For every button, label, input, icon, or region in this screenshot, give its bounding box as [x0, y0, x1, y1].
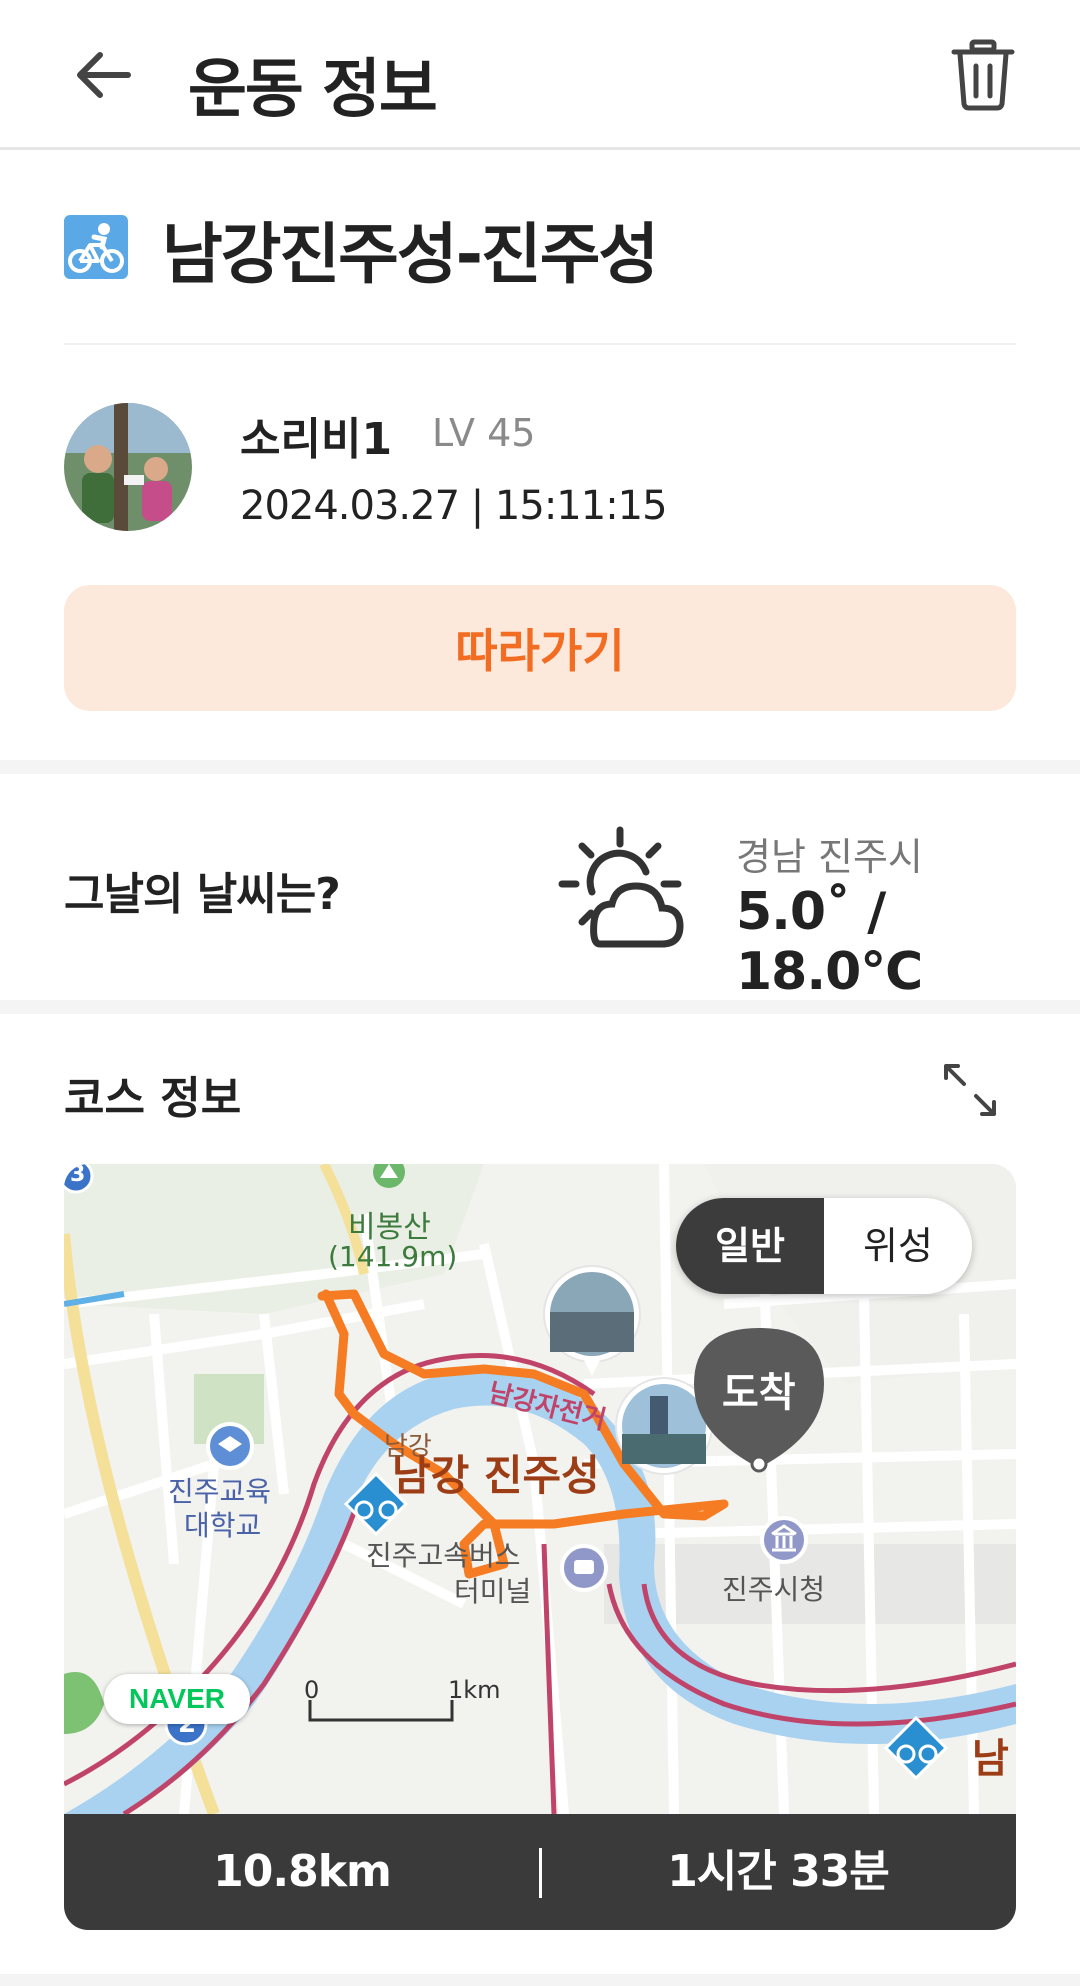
activity-type-icon — [64, 215, 128, 279]
activity-title: 남강진주성-진주성 — [162, 216, 659, 293]
bottom-separator — [0, 1974, 1080, 1986]
divider — [64, 343, 1016, 345]
map-mode-general[interactable]: 일반 — [676, 1198, 824, 1294]
map-label-terminal-2: 터미널 — [454, 1575, 532, 1608]
expand-icon — [944, 1064, 996, 1116]
section-separator — [0, 1000, 1080, 1014]
expand-map-button[interactable] — [940, 1060, 1000, 1120]
activity-summary: 남강진주성-진주성 소리비1 LV 45 2024.03.27 | 15:11:… — [0, 153, 1080, 760]
route-map[interactable]: 비봉산 (141.9m) 남강자전거 남강 남강 진주성 진주교육 대학교 진주… — [64, 1164, 1016, 1814]
scale-bar — [308, 1700, 454, 1722]
follow-button[interactable]: 따라가기 — [64, 585, 1016, 711]
scale-start: 0 — [304, 1676, 320, 1704]
page-title: 운동 정보 — [188, 53, 438, 127]
partly-cloudy-icon — [558, 826, 684, 948]
naver-logo: NAVER — [104, 1674, 250, 1724]
arrow-left-icon — [77, 52, 131, 98]
map-label-city-hall: 진주시청 — [722, 1573, 826, 1606]
route-distance: 10.8km — [213, 1846, 392, 1897]
route-duration: 1시간 33분 — [667, 1846, 890, 1897]
activity-datetime: 2024.03.27 | 15:11:15 — [240, 483, 668, 529]
map-label-mountain-height: (141.9m) — [328, 1240, 458, 1273]
delete-button[interactable] — [948, 38, 1018, 112]
scale-end: 1km — [448, 1676, 501, 1704]
route-badge-3: 3 — [70, 1164, 86, 1187]
bicycle-icon — [64, 215, 128, 279]
weather-location: 경남 진주시 — [736, 835, 923, 879]
weather-question: 그날의 날씨는? — [64, 869, 341, 920]
section-separator — [0, 760, 1080, 774]
weather-temperature: 5.0˚ / 18.0℃ — [736, 882, 923, 1002]
route-stats-bar: 10.8km 1시간 33분 — [64, 1814, 1016, 1930]
trash-icon — [951, 39, 1015, 111]
avatar[interactable] — [64, 403, 192, 531]
weather-icon-wrap — [558, 824, 688, 954]
back-button[interactable] — [70, 40, 140, 110]
course-section: 코스 정보 비봉산 (141.9m) 남강자전거 남강 남강 진주성 진주교육 … — [0, 1014, 1080, 1986]
arrival-label: 도착 — [722, 1370, 796, 1416]
profile-photo — [64, 403, 192, 531]
map-label-edge: 남 — [972, 1736, 1009, 1782]
weather-section: 그날의 날씨는? 경남 진주시 5.0˚ / 18.0℃ — [0, 774, 1080, 1002]
user-name: 소리비1 — [240, 414, 393, 465]
map-label-university-2: 대학교 — [184, 1509, 262, 1542]
course-label: 코스 정보 — [64, 1073, 242, 1124]
user-level: LV 45 — [432, 411, 536, 455]
map-mode-toggle: 일반 위성 — [676, 1198, 972, 1294]
map-label-fortress: 남강 진주성 — [392, 1451, 600, 1500]
map-label-terminal-1: 진주고속버스 — [366, 1539, 521, 1572]
top-app-bar: 운동 정보 — [0, 0, 1080, 150]
map-mode-satellite[interactable]: 위성 — [824, 1198, 972, 1294]
